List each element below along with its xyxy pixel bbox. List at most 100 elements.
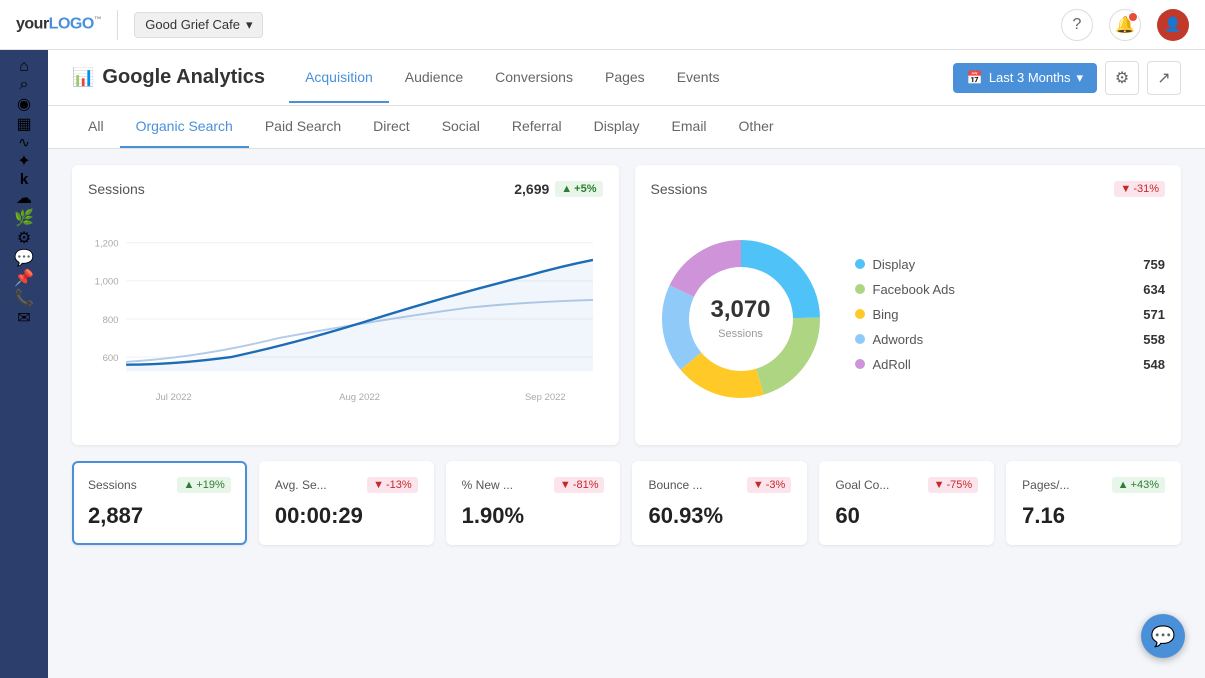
donut-chart-title: Sessions [651, 181, 708, 197]
sidebar-item-phone[interactable]: 📞 [14, 288, 34, 308]
stat-label-bounce: Bounce ... [648, 478, 702, 492]
avatar-image: 👤 [1164, 16, 1181, 33]
line-chart-svg: 1,200 1,000 800 600 Jul 2022 Aug 2022 Se… [88, 209, 603, 429]
legend-adroll-count: 548 [1143, 357, 1165, 372]
tab-audience[interactable]: Audience [389, 53, 479, 103]
date-range-label: Last 3 Months [989, 70, 1071, 85]
donut-total: 3,070 [710, 296, 770, 324]
help-icon: ? [1073, 16, 1082, 34]
donut-center: 3,070 Sessions [710, 296, 770, 342]
sidebar-item-wave[interactable]: ∿ [18, 134, 30, 151]
legend-display-name: Display [873, 257, 1136, 272]
legend-facebook-name: Facebook Ads [873, 282, 1136, 297]
help-button[interactable]: ? [1061, 9, 1093, 41]
notification-button[interactable]: 🔔 [1109, 9, 1141, 41]
stat-value-bounce: 60.93% [648, 503, 791, 529]
legend-adwords-count: 558 [1143, 332, 1165, 347]
logo: yourLOGO™ [16, 15, 101, 33]
stat-value-sessions: 2,887 [88, 503, 231, 529]
dashboard: Sessions 2,699 ▲ +5% [48, 149, 1205, 561]
donut-chart-badge: ▼ -31% [1114, 181, 1165, 197]
sidebar-item-analytics[interactable]: ◉ [17, 94, 31, 114]
stat-badge-pages: ▲ +43% [1112, 477, 1165, 493]
legend-item-adwords: Adwords 558 [855, 332, 1166, 347]
analytics-title-text: Google Analytics [102, 66, 265, 89]
tab-events[interactable]: Events [661, 53, 736, 103]
tab-acquisition[interactable]: Acquisition [289, 53, 389, 103]
stat-label-sessions: Sessions [88, 478, 137, 492]
bing-color-dot [855, 309, 865, 319]
legend-item-facebook: Facebook Ads 634 [855, 282, 1166, 297]
workspace-selector[interactable]: Good Grief Cafe ▾ [134, 12, 263, 38]
date-range-button[interactable]: 📅 Last 3 Months ▾ [953, 63, 1097, 93]
analytics-nav: Acquisition Audience Conversions Pages E… [289, 53, 735, 103]
stat-label-pages: Pages/... [1022, 478, 1069, 492]
share-icon: ↗ [1157, 68, 1170, 88]
stat-header-goal: Goal Co... ▼ -75% [835, 477, 978, 493]
stat-badge-goal: ▼ -75% [928, 477, 979, 493]
sidebar-item-home[interactable]: ⌂ [19, 58, 29, 76]
workspace-name: Good Grief Cafe [145, 17, 240, 32]
subtab-referral[interactable]: Referral [496, 106, 578, 148]
subtab-direct[interactable]: Direct [357, 106, 426, 148]
stat-badge-new: ▼ -81% [554, 477, 605, 493]
subtab-paid-search[interactable]: Paid Search [249, 106, 357, 148]
chat-bubble[interactable]: 💬 [1141, 614, 1185, 658]
sidebar-item-mail[interactable]: ✉ [17, 308, 30, 328]
filter-button[interactable]: ⚙ [1105, 61, 1139, 95]
subtab-display[interactable]: Display [578, 106, 656, 148]
stat-value-new: 1.90% [462, 503, 605, 529]
sidebar-item-pin[interactable]: 📌 [14, 268, 34, 288]
stat-header-bounce: Bounce ... ▼ -3% [648, 477, 791, 493]
legend-item-adroll: AdRoll 548 [855, 357, 1166, 372]
svg-text:Jul 2022: Jul 2022 [156, 392, 192, 403]
tab-pages[interactable]: Pages [589, 53, 661, 103]
stat-card-pages[interactable]: Pages/... ▲ +43% 7.16 [1006, 461, 1181, 545]
subtab-all[interactable]: All [72, 106, 120, 148]
stat-label-new: % New ... [462, 478, 513, 492]
sidebar-item-star[interactable]: ✦ [17, 151, 30, 171]
stat-header-sessions: Sessions ▲ +19% [88, 477, 231, 493]
sidebar: ⌂ ⌕ ◉ ▦ ∿ ✦ k ☁ 🌿 ⚙ 💬 📌 📞 ✉ [0, 50, 48, 678]
legend-adwords-name: Adwords [873, 332, 1136, 347]
subtab-other[interactable]: Other [723, 106, 790, 148]
sidebar-item-comments[interactable]: 💬 [14, 248, 34, 268]
analytics-bar-icon: 📊 [72, 67, 94, 88]
adroll-color-dot [855, 359, 865, 369]
avatar[interactable]: 👤 [1157, 9, 1189, 41]
subtab-email[interactable]: Email [656, 106, 723, 148]
legend-list: Display 759 Facebook Ads 634 Bing [855, 257, 1166, 382]
stat-card-bounce[interactable]: Bounce ... ▼ -3% 60.93% [632, 461, 807, 545]
date-range-arrow: ▾ [1076, 70, 1083, 86]
stat-card-avg-session[interactable]: Avg. Se... ▼ -13% 00:00:29 [259, 461, 434, 545]
stats-row: Sessions ▲ +19% 2,887 Avg. Se... ▼ [72, 461, 1181, 545]
svg-text:1,000: 1,000 [95, 277, 119, 288]
stat-value-pages: 7.16 [1022, 503, 1165, 529]
stat-card-goal[interactable]: Goal Co... ▼ -75% 60 [819, 461, 994, 545]
stat-card-sessions[interactable]: Sessions ▲ +19% 2,887 [72, 461, 247, 545]
stat-label-avg: Avg. Se... [275, 478, 327, 492]
tab-conversions[interactable]: Conversions [479, 53, 589, 103]
sidebar-item-cloud[interactable]: ☁ [16, 188, 32, 208]
stat-value-goal: 60 [835, 503, 978, 529]
down-icon3: ▼ [753, 479, 764, 491]
share-button[interactable]: ↗ [1147, 61, 1181, 95]
sidebar-item-search[interactable]: ⌕ [20, 76, 29, 94]
stat-header-avg: Avg. Se... ▼ -13% [275, 477, 418, 493]
analytics-title: 📊 Google Analytics [72, 50, 265, 105]
sidebar-item-leaf[interactable]: 🌿 [14, 208, 34, 228]
stat-card-new[interactable]: % New ... ▼ -81% 1.90% [446, 461, 621, 545]
sidebar-item-bar-chart[interactable]: ▦ [16, 114, 31, 134]
subtab-social[interactable]: Social [426, 106, 496, 148]
stat-badge-sessions: ▲ +19% [177, 477, 230, 493]
calendar-icon: 📅 [967, 70, 983, 86]
sidebar-item-k[interactable]: k [20, 171, 28, 188]
analytics-header: 📊 Google Analytics Acquisition Audience … [48, 50, 1205, 106]
line-chart-card: Sessions 2,699 ▲ +5% [72, 165, 619, 445]
topbar-actions: ? 🔔 👤 [1061, 9, 1189, 41]
stat-value-avg: 00:00:29 [275, 503, 418, 529]
sidebar-item-settings[interactable]: ⚙ [17, 228, 31, 248]
subtab-organic-search[interactable]: Organic Search [120, 106, 249, 148]
workspace-arrow: ▾ [246, 17, 253, 33]
down-icon2: ▼ [560, 479, 571, 491]
